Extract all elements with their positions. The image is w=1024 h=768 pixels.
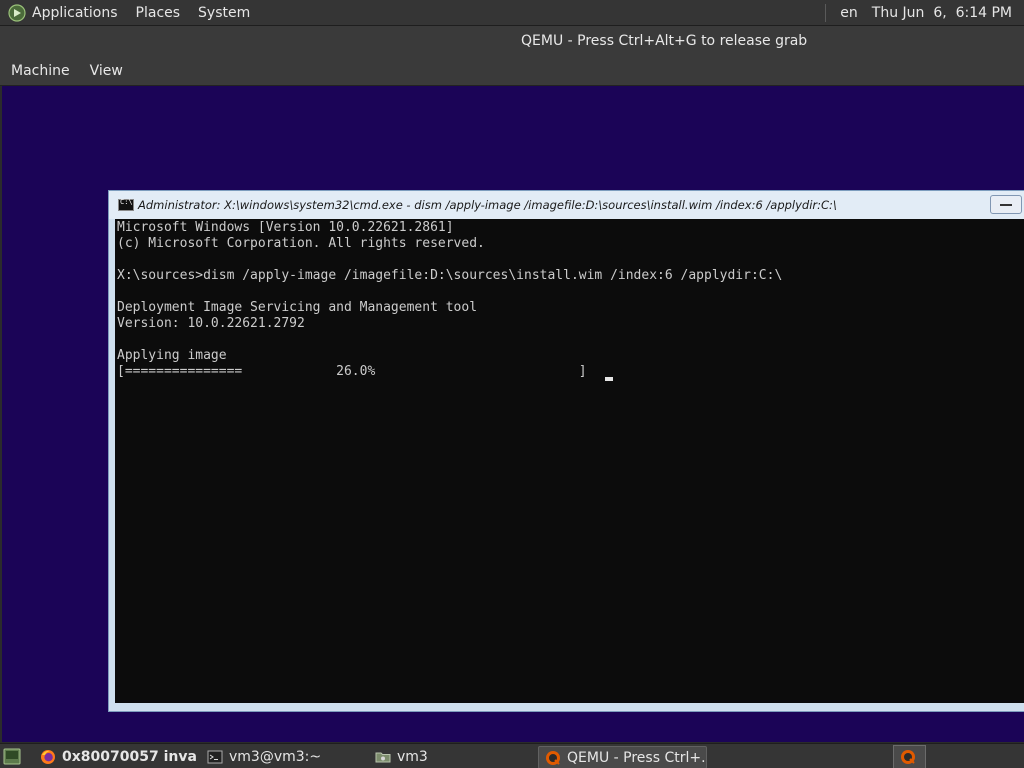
console-line: X:\sources>dism /apply-image /imagefile:…: [117, 268, 783, 283]
vm-display[interactable]: Administrator: X:\windows\system32\cmd.e…: [2, 86, 1024, 742]
text-cursor: [605, 377, 613, 381]
keyboard-layout-indicator[interactable]: en: [840, 5, 858, 21]
workspace-switcher[interactable]: [893, 745, 926, 768]
system-menu[interactable]: System: [198, 5, 250, 21]
qemu-menubar: Machine View: [0, 56, 1024, 86]
distro-logo-icon: [8, 3, 26, 22]
firefox-icon: [41, 749, 55, 764]
panel-separator: [825, 3, 827, 22]
machine-menu[interactable]: Machine: [11, 63, 70, 79]
cmd-titlebar[interactable]: Administrator: X:\windows\system32\cmd.e…: [109, 191, 1024, 219]
places-menu-label: Places: [135, 4, 181, 21]
applications-menu-label: Applications: [32, 4, 118, 21]
taskbar-task-qemu[interactable]: QEMU - Press Ctrl+...: [538, 746, 707, 768]
clock[interactable]: Thu Jun 6, 6:14 PM: [872, 5, 1012, 21]
top-panel: Applications Places System en Thu Jun 6,…: [0, 0, 1024, 26]
cmd-window-title: Administrator: X:\windows\system32\cmd.e…: [138, 198, 837, 212]
cmd-window: Administrator: X:\windows\system32\cmd.e…: [108, 190, 1024, 712]
qemu-window-titlebar[interactable]: QEMU - Press Ctrl+Alt+G to release grab: [0, 26, 1024, 56]
system-menu-label: System: [198, 4, 251, 21]
console-line: Applying image: [117, 348, 227, 363]
cmd-icon: [118, 198, 134, 211]
folder-icon: [375, 752, 391, 762]
top-panel-status: en Thu Jun 6, 6:14 PM: [825, 0, 1024, 25]
taskbar-task-label: 0x80070057 invali...: [62, 748, 198, 765]
terminal-icon: [207, 750, 223, 763]
taskbar-task-firefox[interactable]: 0x80070057 invali...: [34, 746, 198, 767]
taskbar-task-folder[interactable]: vm3: [369, 746, 535, 767]
top-panel-menus: Applications Places System: [8, 0, 268, 25]
console-output[interactable]: Microsoft Windows [Version 10.0.22621.28…: [115, 219, 1024, 703]
desktop: Applications Places System en Thu Jun 6,…: [0, 0, 1024, 768]
taskbar-task-label: vm3@vm3:~: [229, 748, 322, 765]
minimize-button[interactable]: [990, 195, 1022, 214]
taskbar-task-label: vm3: [397, 748, 428, 765]
console-line: Microsoft Windows [Version 10.0.22621.28…: [117, 220, 454, 235]
view-menu[interactable]: View: [90, 63, 123, 79]
console-line: Deployment Image Servicing and Managemen…: [117, 300, 478, 315]
places-menu[interactable]: Places: [136, 5, 181, 21]
console-line: (c) Microsoft Corporation. All rights re…: [117, 236, 485, 251]
qemu-window-title: QEMU - Press Ctrl+Alt+G to release grab: [521, 33, 808, 49]
taskbar-task-label: QEMU - Press Ctrl+...: [567, 749, 707, 766]
taskbar-task-terminal[interactable]: vm3@vm3:~: [201, 746, 366, 767]
console-line: Version: 10.0.22621.2792: [117, 316, 305, 331]
progress-bar-text: [=============== 26.0% ]: [117, 364, 587, 379]
show-desktop-icon[interactable]: [3, 748, 21, 765]
bottom-panel: 0x80070057 invali... vm3@vm3:~ vm3: [0, 743, 1024, 768]
qemu-icon: [546, 750, 560, 765]
qemu-icon: [901, 750, 915, 764]
applications-menu[interactable]: Applications: [8, 3, 118, 22]
